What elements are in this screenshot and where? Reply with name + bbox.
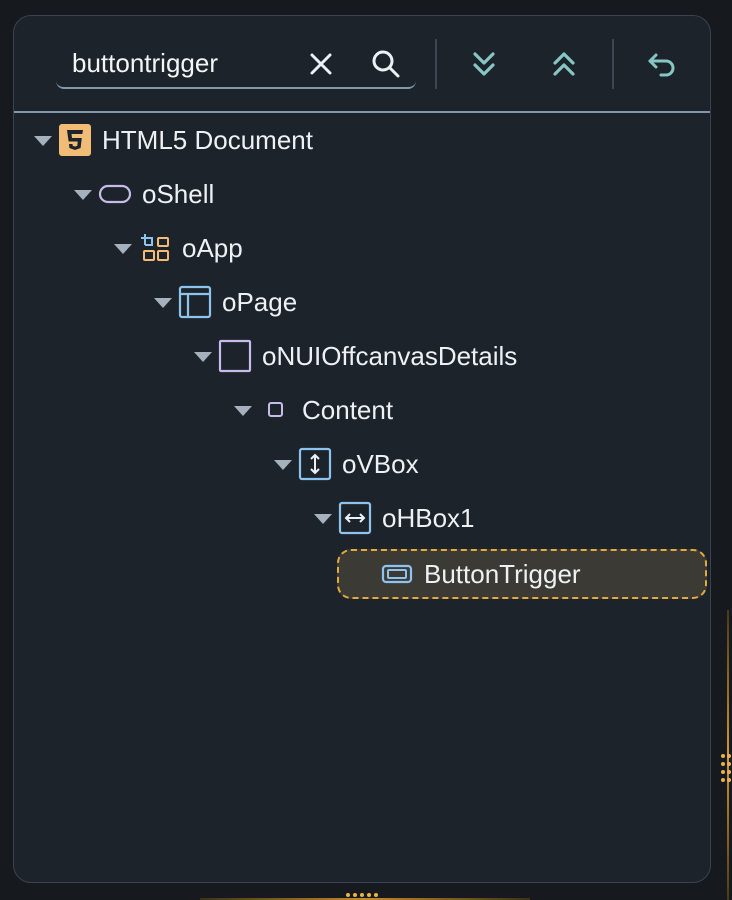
html5-icon: [58, 123, 92, 157]
undo-icon: [648, 53, 675, 77]
page-icon: [178, 285, 212, 319]
hbox-icon: [338, 501, 372, 535]
collapse-all-button[interactable]: [544, 44, 584, 84]
expand-caret-icon[interactable]: [234, 406, 252, 416]
tree-node-label: oNUIOffcanvasDetails: [262, 341, 518, 371]
tree-node-ovbox[interactable]: oVBox: [274, 442, 419, 486]
expand-caret-icon[interactable]: [154, 298, 172, 308]
search-button[interactable]: [366, 44, 406, 84]
container-icon: [218, 339, 252, 373]
expand-caret-icon[interactable]: [314, 514, 332, 524]
expand-caret-icon[interactable]: [194, 352, 212, 362]
tree-node-content[interactable]: Content: [234, 388, 393, 432]
expand-caret-icon[interactable]: [74, 190, 92, 200]
tree-node-label: ButtonTrigger: [424, 559, 581, 589]
outline-toolbar: [14, 16, 710, 113]
expand-caret-icon[interactable]: [34, 136, 52, 146]
tree-node-ohbox1[interactable]: oHBox1: [314, 496, 475, 540]
tree-node-buttontrigger[interactable]: ButtonTrigger: [380, 552, 581, 596]
expand-all-button[interactable]: [464, 44, 504, 84]
double-chevron-down-icon: [473, 52, 495, 76]
search-box: [56, 39, 416, 89]
expand-caret-icon[interactable]: [114, 244, 132, 254]
tree-node-label: oVBox: [342, 449, 419, 479]
tree-node-opage[interactable]: oPage: [154, 280, 297, 324]
outline-tree: HTML5 Document oShell oApp oPage oNUIOff…: [14, 113, 710, 873]
search-icon: [372, 50, 400, 78]
clear-search-button[interactable]: [301, 44, 341, 84]
search-input[interactable]: [72, 46, 292, 80]
close-icon: [310, 53, 332, 75]
tree-node-onuioffcanvasdetails[interactable]: oNUIOffcanvasDetails: [194, 334, 517, 378]
double-chevron-up-icon: [553, 52, 575, 76]
undo-button[interactable]: [642, 44, 682, 84]
vertical-resize-grip[interactable]: [719, 752, 732, 782]
tree-node-label: oPage: [222, 287, 298, 317]
shell-icon: [98, 177, 132, 211]
button-icon: [380, 557, 414, 591]
tree-node-oshell[interactable]: oShell: [74, 172, 214, 216]
tree-node-label: Content: [302, 395, 394, 425]
vbox-icon: [298, 447, 332, 481]
tree-node-label: oHBox1: [382, 503, 475, 533]
tree-node-label: oShell: [142, 179, 215, 209]
outline-panel: HTML5 Document oShell: [13, 15, 711, 883]
horizontal-resize-grip[interactable]: [344, 890, 380, 900]
app-stage: HTML5 Document oShell: [0, 0, 732, 900]
toolbar-separator: [612, 39, 614, 89]
expand-caret-icon[interactable]: [274, 460, 292, 470]
toolbar-separator: [435, 39, 437, 89]
tree-node-oapp[interactable]: oApp: [114, 226, 243, 270]
tree-node-label: HTML5 Document: [102, 125, 313, 155]
tree-node-label: oApp: [182, 233, 243, 263]
app-icon: [138, 231, 172, 265]
tree-node-html5-document[interactable]: HTML5 Document: [34, 118, 313, 162]
aggregation-icon: [258, 393, 292, 427]
